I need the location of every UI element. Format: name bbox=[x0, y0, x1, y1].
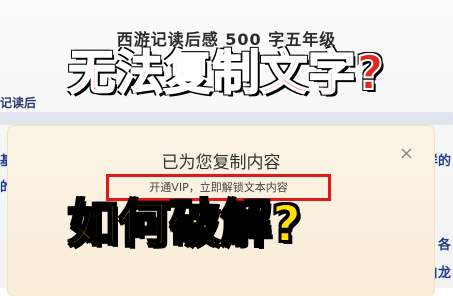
document-line bbox=[0, 112, 453, 125]
overlay-headline: 无法复制文字? bbox=[67, 46, 385, 101]
overlay-question: 如何破解? bbox=[67, 195, 303, 253]
dialog-title: 已为您复制内容 bbox=[161, 153, 281, 173]
close-icon[interactable]: × bbox=[399, 143, 414, 164]
document-edge-text: 各 bbox=[437, 238, 451, 253]
